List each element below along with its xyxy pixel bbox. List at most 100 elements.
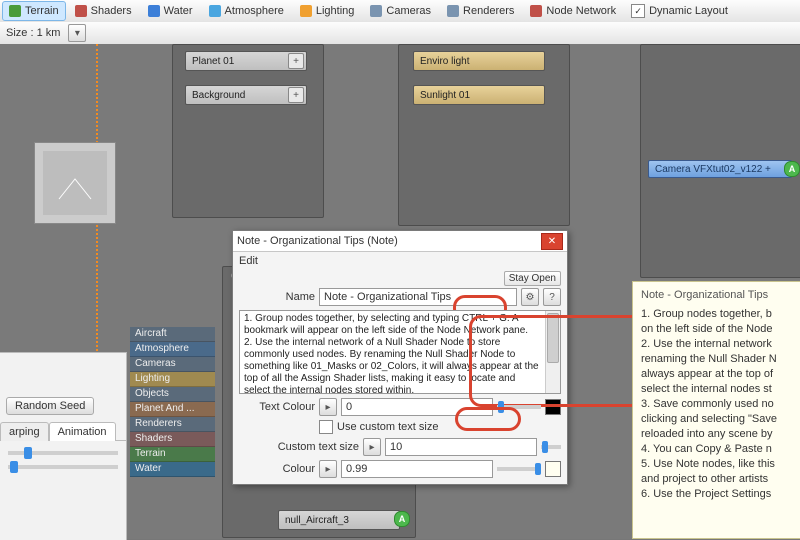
category-planet-and-[interactable]: Planet And ... (130, 402, 215, 417)
menu-edit[interactable]: Edit (239, 255, 258, 267)
chevron-icon[interactable]: ▸ (363, 438, 381, 456)
node-label: Enviro light (420, 56, 469, 67)
toolbar-cameras[interactable]: Cameras (363, 1, 438, 21)
toolbar-renderers[interactable]: Renderers (440, 1, 521, 21)
custom-size-input[interactable] (385, 438, 537, 456)
category-objects[interactable]: Objects (130, 387, 215, 402)
name-input[interactable] (319, 288, 517, 306)
toolbar-label: Cameras (386, 5, 431, 17)
category-renderers[interactable]: Renderers (130, 417, 215, 432)
dynamic-layout-checkbox[interactable]: ✓ (631, 4, 645, 18)
toolbar-label: Atmosphere (225, 5, 284, 17)
close-icon[interactable]: ✕ (541, 233, 563, 250)
gear-icon[interactable]: ⚙ (521, 288, 539, 306)
badge-a-icon: A (394, 511, 410, 527)
category-cameras[interactable]: Cameras (130, 357, 215, 372)
toolbar-label: Node Network (546, 5, 616, 17)
category-strip: AircraftAtmosphereCamerasLightingObjects… (130, 327, 215, 477)
category-water[interactable]: Water (130, 462, 215, 477)
text-colour-slider[interactable] (497, 405, 541, 409)
toolbar-atmosphere[interactable]: Atmosphere (202, 1, 291, 21)
help-line: 5. Use Note nodes, like this (641, 457, 800, 472)
note-body[interactable]: 1. Group nodes together, by selecting an… (239, 310, 561, 394)
category-terrain[interactable]: Terrain (130, 447, 215, 462)
note-line: 2. Use the internal network of a Null Sh… (244, 337, 556, 394)
random-seed-button[interactable]: Random Seed (6, 397, 94, 415)
use-custom-label: Use custom text size (337, 421, 438, 433)
toolbar-label: Renderers (463, 5, 514, 17)
colour-input[interactable] (341, 460, 493, 478)
use-custom-checkbox[interactable] (319, 420, 333, 434)
properties-panel: Random Seed arping Animation (0, 352, 127, 540)
note-line: 1. Group nodes together, by selecting an… (244, 313, 556, 337)
toolbar-terrain[interactable]: Terrain (2, 1, 66, 21)
category-shaders[interactable]: Shaders (130, 432, 215, 447)
colour-chevron-icon[interactable]: ▸ (319, 398, 337, 416)
toolbar-icon (9, 5, 21, 17)
toolbar-icon (209, 5, 221, 17)
stay-open-button[interactable]: Stay Open (504, 271, 561, 286)
tab-animation[interactable]: Animation (49, 422, 116, 441)
slider-1[interactable] (8, 451, 118, 455)
toolbar-lighting[interactable]: Lighting (293, 1, 362, 21)
toolbar-icon (75, 5, 87, 17)
node-label: Camera VFXtut02_v122 + (655, 164, 771, 175)
node-group-1[interactable]: Planet 01 + Background + (172, 44, 324, 218)
node-camera[interactable]: Camera VFXtut02_v122 + (648, 160, 792, 178)
scrollbar[interactable] (545, 311, 560, 393)
add-icon[interactable]: + (288, 53, 304, 69)
help-line: 1. Group nodes together, b (641, 307, 800, 322)
colour-label: Colour (239, 463, 315, 475)
node-background[interactable]: Background + (185, 85, 307, 105)
node-enviro-light[interactable]: Enviro light (413, 51, 545, 71)
text-colour-label: Text Colour (239, 401, 315, 413)
node-null-aircraft[interactable]: null_Aircraft_3 (278, 510, 400, 530)
badge-a-icon: A (784, 161, 800, 177)
custom-size-label: Custom text size (239, 441, 359, 453)
text-colour-input[interactable] (341, 398, 493, 416)
toolbar-shaders[interactable]: Shaders (68, 1, 139, 21)
help-line: and project to other artists (641, 472, 800, 487)
toolbar-icon (370, 5, 382, 17)
toolbar-icon (300, 5, 312, 17)
slider-2[interactable] (8, 465, 118, 469)
colour-swatch[interactable] (545, 461, 561, 477)
node-planet[interactable]: Planet 01 + (185, 51, 307, 71)
toolbar-icon (530, 5, 542, 17)
help-line: 3. Save commonly used no (641, 397, 800, 412)
help-line: reloaded into any scene by (641, 427, 800, 442)
text-colour-swatch[interactable] (545, 399, 561, 415)
custom-size-slider[interactable] (541, 445, 561, 449)
node-label: Background (192, 90, 245, 101)
help-line: 6. Use the Project Settings (641, 487, 800, 502)
preview-thumbnail[interactable] (34, 142, 116, 224)
node-group-2[interactable]: Enviro light Sunlight 01 (398, 44, 570, 226)
toolbar-water[interactable]: Water (141, 1, 200, 21)
help-title: Note - Organizational Tips (641, 288, 800, 303)
toolbar-label: Lighting (316, 5, 355, 17)
node-sunlight[interactable]: Sunlight 01 (413, 85, 545, 105)
category-lighting[interactable]: Lighting (130, 372, 215, 387)
size-dropdown-icon[interactable]: ▾ (68, 24, 86, 42)
toolbar-label: Terrain (25, 5, 59, 17)
dialog-titlebar[interactable]: Note - Organizational Tips (Note) ✕ (233, 231, 567, 252)
help-line: always appear at the top of (641, 367, 800, 382)
help-line: 4. You can Copy & Paste n (641, 442, 800, 457)
add-icon[interactable]: + (288, 87, 304, 103)
colour-slider[interactable] (497, 467, 541, 471)
chevron-icon[interactable]: ▸ (319, 460, 337, 478)
note-dialog: Note - Organizational Tips (Note) ✕ Edit… (232, 230, 568, 485)
dialog-title: Note - Organizational Tips (Note) (237, 235, 398, 247)
node-label: null_Aircraft_3 (285, 515, 349, 526)
help-line: on the left side of the Node (641, 322, 800, 337)
category-atmosphere[interactable]: Atmosphere (130, 342, 215, 357)
help-line: clicking and selecting "Save (641, 412, 800, 427)
help-icon[interactable]: ? (543, 288, 561, 306)
help-panel: Note - Organizational Tips 1. Group node… (632, 281, 800, 539)
tab-arping[interactable]: arping (0, 422, 49, 441)
category-aircraft[interactable]: Aircraft (130, 327, 215, 342)
toolbar-node-network[interactable]: Node Network (523, 1, 623, 21)
sub-toolbar: Size : 1 km ▾ (0, 22, 800, 45)
dynamic-layout-label: Dynamic Layout (649, 5, 728, 17)
main-toolbar: Terrain ShadersWater Atmosphere Lighting Cam… (0, 0, 800, 23)
